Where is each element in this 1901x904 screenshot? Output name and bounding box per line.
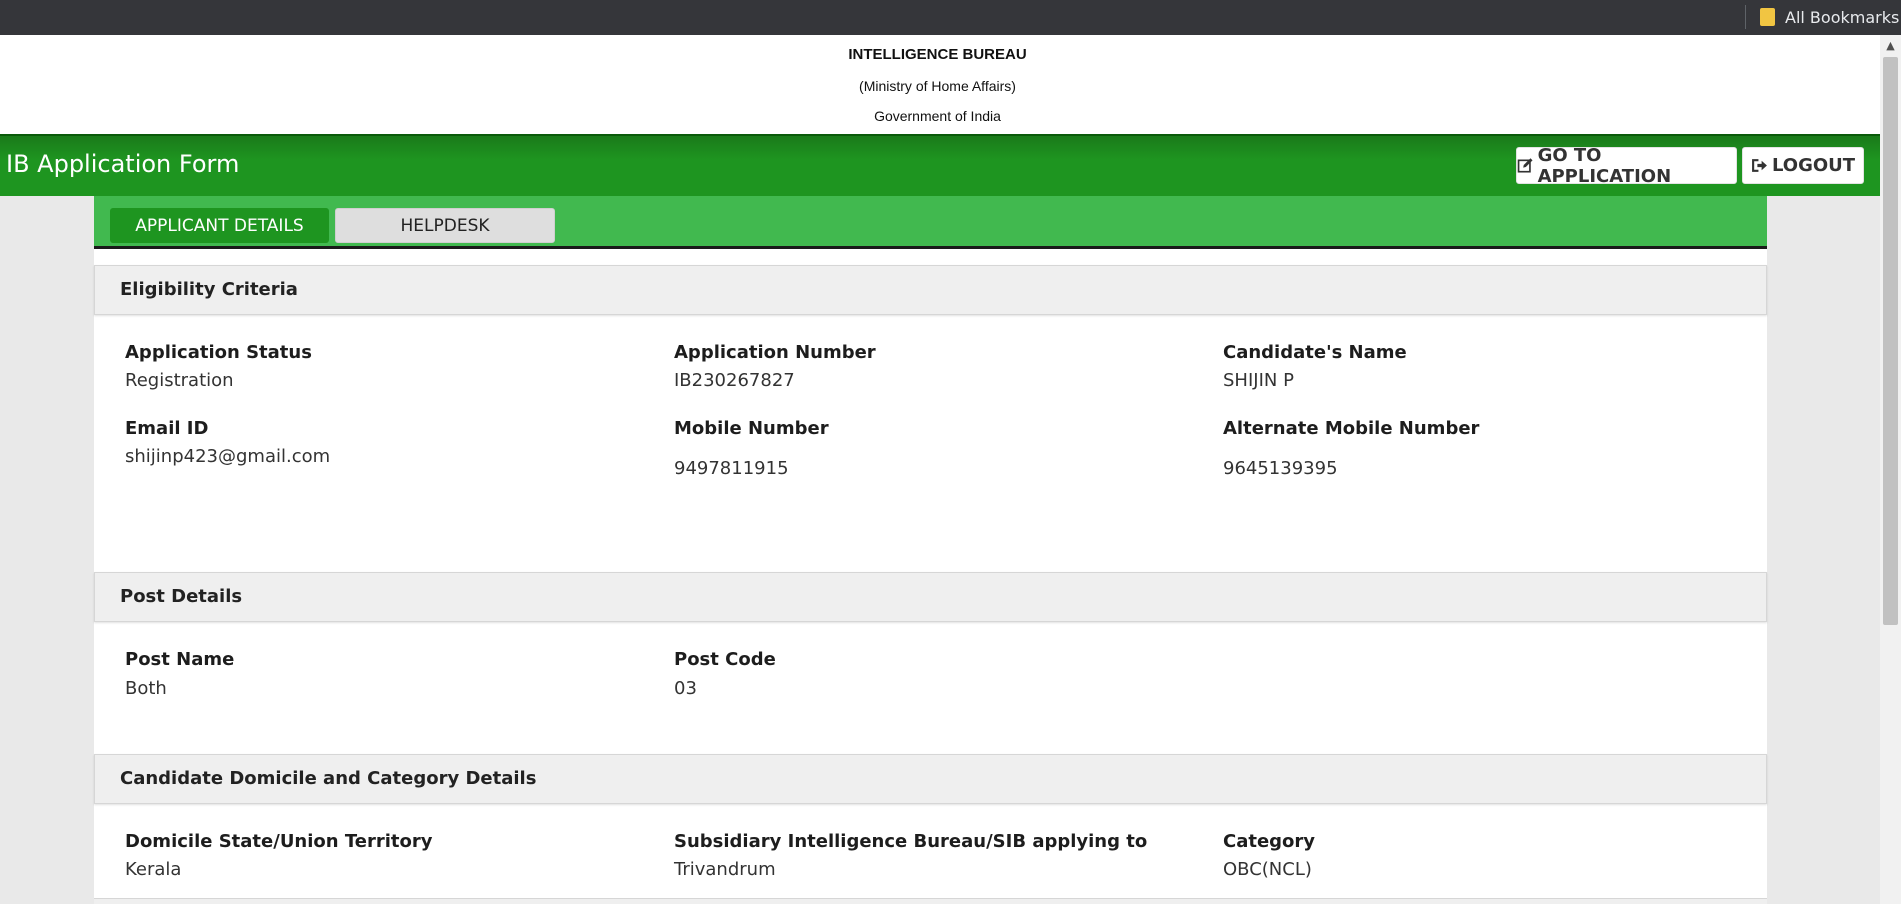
post-name-field: Post Name Both bbox=[125, 649, 235, 699]
vertical-scrollbar[interactable]: ▲ bbox=[1880, 35, 1901, 904]
next-panel-edge bbox=[94, 898, 1767, 904]
candidate-name-value: SHIJIN P bbox=[1223, 370, 1294, 391]
alt-mobile-value: 9645139395 bbox=[1223, 458, 1338, 479]
application-status-field: Application Status Registration bbox=[125, 342, 312, 391]
domicile-state-value: Kerala bbox=[125, 859, 182, 880]
go-to-application-button[interactable]: GO TO APPLICATION bbox=[1516, 144, 1737, 187]
candidate-name-label: Candidate's Name bbox=[1223, 342, 1407, 363]
post-panel-header: Post Details bbox=[94, 572, 1767, 622]
sign-out-icon bbox=[1752, 159, 1767, 172]
tab-strip: APPLICANT DETAILS HELPDESK bbox=[94, 196, 1767, 249]
mobile-label: Mobile Number bbox=[674, 418, 829, 439]
sib-value: Trivandrum bbox=[674, 859, 776, 880]
post-name-value: Both bbox=[125, 678, 167, 699]
logout-label: LOGOUT bbox=[1771, 155, 1856, 176]
category-label: Category bbox=[1223, 831, 1316, 852]
post-code-label: Post Code bbox=[674, 649, 776, 670]
mobile-value: 9497811915 bbox=[674, 458, 789, 479]
application-status-label: Application Status bbox=[125, 342, 312, 363]
application-status-value: Registration bbox=[125, 370, 234, 391]
email-label: Email ID bbox=[125, 418, 209, 439]
scrollbar-thumb[interactable] bbox=[1883, 57, 1898, 625]
ministry-name: (Ministry of Home Affairs) bbox=[859, 78, 1016, 94]
mobile-field: Mobile Number 9497811915 bbox=[674, 418, 829, 479]
post-code-field: Post Code 03 bbox=[674, 649, 776, 699]
email-field: Email ID shijinp423@gmail.com bbox=[125, 418, 330, 467]
page-viewport: INTELLIGENCE BUREAU (Ministry of Home Af… bbox=[0, 35, 1880, 904]
application-number-value: IB230267827 bbox=[674, 370, 795, 391]
application-number-label: Application Number bbox=[674, 342, 876, 363]
scroll-up-arrow-icon[interactable]: ▲ bbox=[1880, 35, 1901, 56]
eligibility-panel-header: Eligibility Criteria bbox=[94, 265, 1767, 315]
sib-field: Subsidiary Intelligence Bureau/SIB apply… bbox=[674, 831, 1148, 880]
candidate-name-field: Candidate's Name SHIJIN P bbox=[1223, 342, 1407, 391]
all-bookmarks-label: All Bookmarks bbox=[1785, 7, 1900, 27]
eligibility-heading: Eligibility Criteria bbox=[120, 279, 298, 300]
domicile-state-label: Domicile State/Union Territory bbox=[125, 831, 433, 852]
edit-icon bbox=[1517, 158, 1533, 173]
all-bookmarks-button[interactable]: All Bookmarks bbox=[1760, 4, 1899, 30]
alt-mobile-field: Alternate Mobile Number 9645139395 bbox=[1223, 418, 1480, 479]
app-title[interactable]: IB Application Form bbox=[6, 150, 239, 178]
application-number-field: Application Number IB230267827 bbox=[674, 342, 876, 391]
government-name: Government of India bbox=[874, 108, 1001, 124]
post-heading: Post Details bbox=[120, 586, 243, 607]
go-to-application-label: GO TO APPLICATION bbox=[1537, 144, 1672, 187]
main-content: APPLICANT DETAILS HELPDESK Eligibility C… bbox=[94, 196, 1767, 904]
domicile-panel-header: Candidate Domicile and Category Details bbox=[94, 754, 1767, 804]
domicile-state-field: Domicile State/Union Territory Kerala bbox=[125, 831, 433, 880]
tab-applicant-details[interactable]: APPLICANT DETAILS bbox=[110, 208, 329, 243]
email-value: shijinp423@gmail.com bbox=[125, 446, 331, 467]
tab-helpdesk[interactable]: HELPDESK bbox=[335, 208, 555, 243]
post-code-value: 03 bbox=[674, 678, 697, 699]
alt-mobile-label: Alternate Mobile Number bbox=[1223, 418, 1480, 439]
post-name-label: Post Name bbox=[125, 649, 235, 670]
logout-button[interactable]: LOGOUT bbox=[1742, 147, 1864, 184]
bookmarks-separator bbox=[1745, 5, 1746, 29]
domicile-heading: Candidate Domicile and Category Details bbox=[120, 768, 537, 789]
sib-label: Subsidiary Intelligence Bureau/SIB apply… bbox=[674, 831, 1148, 852]
org-name: INTELLIGENCE BUREAU bbox=[848, 46, 1027, 63]
bookmarks-bar: All Bookmarks bbox=[0, 0, 1901, 35]
category-field: Category OBC(NCL) bbox=[1223, 831, 1316, 880]
org-header: INTELLIGENCE BUREAU (Ministry of Home Af… bbox=[0, 35, 1880, 134]
category-value: OBC(NCL) bbox=[1223, 859, 1312, 880]
bookmark-folder-icon bbox=[1760, 8, 1775, 26]
